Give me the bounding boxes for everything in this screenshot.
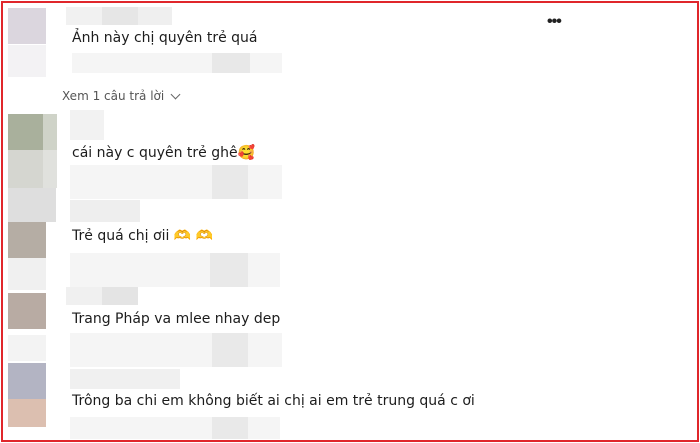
- meta-blur: [70, 417, 280, 439]
- view-replies-label: Xem 1 câu trả lời: [62, 89, 165, 103]
- meta-blur: [212, 417, 248, 439]
- avatar[interactable]: [8, 114, 48, 150]
- chevron-down-icon: [170, 89, 181, 100]
- avatar-blur: [8, 188, 56, 222]
- username-blur[interactable]: [70, 200, 140, 222]
- meta-blur: [212, 333, 248, 367]
- avatar[interactable]: [8, 363, 46, 399]
- avatar-blur: [43, 114, 57, 150]
- username-blur[interactable]: [70, 110, 104, 140]
- meta-blur: [72, 53, 282, 73]
- comment-text: Ảnh này chị quyên trẻ quá: [72, 30, 258, 46]
- username-blur: [102, 287, 138, 305]
- username-blur: [138, 7, 172, 25]
- username-blur[interactable]: [66, 287, 102, 305]
- comment-text: cái này c quyên trẻ ghê🥰: [72, 145, 256, 161]
- emoji: 🥰: [237, 145, 256, 161]
- comment-text: Trông ba chi em không biết ai chị ai em …: [72, 393, 475, 409]
- avatar[interactable]: [8, 8, 46, 44]
- comment-panel: ••• Ảnh này chị quyên trẻ quá Xem 1 câu …: [1, 1, 699, 442]
- username-blur[interactable]: [66, 7, 102, 25]
- meta-blur: [210, 253, 248, 287]
- avatar[interactable]: [8, 222, 46, 258]
- username-blur[interactable]: [70, 369, 180, 389]
- comment-text: Trang Pháp va mlee nhay dep: [72, 311, 281, 327]
- avatar[interactable]: [8, 293, 46, 329]
- comment-text: Trẻ quá chị ơii 🫶 🫶: [72, 228, 214, 244]
- avatar-blur: [8, 45, 46, 77]
- meta-blur: [212, 53, 250, 73]
- avatar-blur: [8, 258, 46, 290]
- avatar-blur: [43, 150, 57, 188]
- meta-blur: [212, 165, 248, 199]
- meta-blur: [70, 165, 282, 199]
- meta-blur: [70, 253, 280, 287]
- avatar-blur: [8, 399, 46, 427]
- view-replies-link[interactable]: Xem 1 câu trả lời: [62, 89, 181, 103]
- meta-blur: [70, 333, 282, 367]
- avatar-blur: [8, 150, 48, 188]
- avatar-blur: [8, 335, 46, 361]
- more-options-icon[interactable]: •••: [547, 13, 562, 31]
- emoji: 🫶 🫶: [173, 228, 214, 244]
- username-blur: [102, 7, 138, 25]
